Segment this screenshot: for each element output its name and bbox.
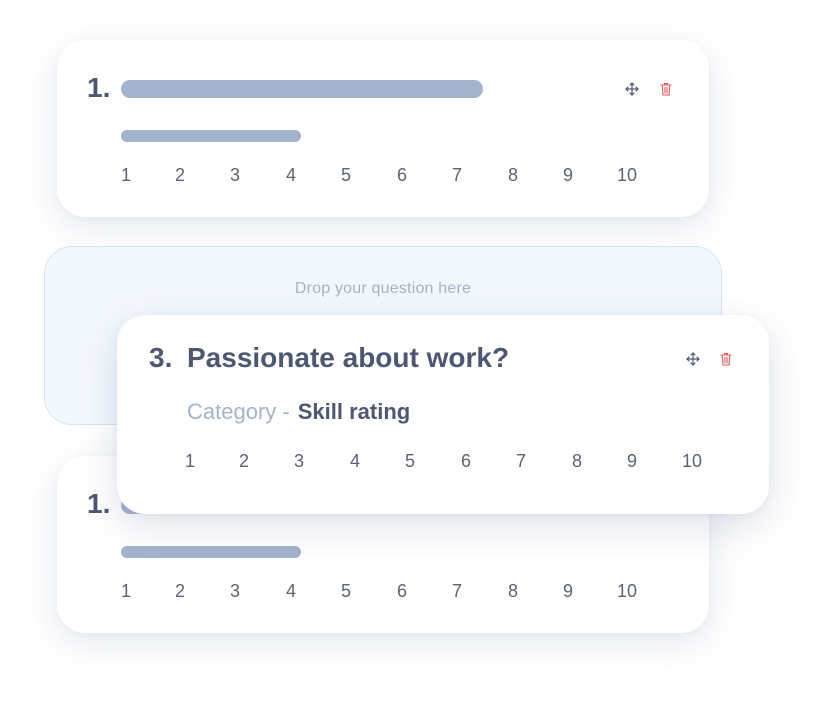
dragged-question-card[interactable]: 3. Passionate about work? Category - Skil… [117,315,769,514]
drop-zone-text: Drop your question here [294,280,472,297]
scale-value[interactable]: 4 [286,165,296,186]
scale-value[interactable]: 6 [461,451,471,472]
scale-value[interactable]: 9 [563,165,573,186]
trash-icon[interactable] [718,351,734,367]
subtitle-placeholder-bar [121,130,301,142]
scale-value[interactable]: 8 [572,451,582,472]
scale-value[interactable]: 10 [617,165,637,186]
scale-value[interactable]: 7 [516,451,526,472]
scale-value[interactable]: 3 [230,165,240,186]
scale-value[interactable]: 1 [185,451,195,472]
question-number: 1. [87,72,111,103]
subtitle-placeholder-bar [121,546,301,558]
title-placeholder-bar [121,80,483,98]
rating-scale: 1 2 3 4 5 6 7 8 9 10 [57,165,709,189]
trash-icon[interactable] [658,81,674,97]
question-number: 3. [149,342,173,373]
scale-value[interactable]: 1 [121,165,131,186]
question-category: Category - Skill rating [187,399,410,425]
scale-value[interactable]: 1 [121,581,131,602]
scale-value[interactable]: 5 [341,581,351,602]
category-label: Category - [187,399,290,424]
question-card[interactable]: 1. 1 2 3 4 5 6 7 8 9 10 [57,40,709,217]
scale-value[interactable]: 2 [175,165,185,186]
scale-value[interactable]: 4 [350,451,360,472]
scale-value[interactable]: 5 [405,451,415,472]
scale-value[interactable]: 6 [397,165,407,186]
question-title: Passionate about work? [187,342,510,373]
question-builder: 1. 1 2 3 4 5 6 7 8 9 10 Drop your questi… [0,0,827,709]
scale-value[interactable]: 8 [508,581,518,602]
scale-value[interactable]: 7 [452,165,462,186]
scale-value[interactable]: 10 [617,581,637,602]
scale-value[interactable]: 2 [239,451,249,472]
move-icon[interactable] [624,81,640,97]
scale-value[interactable]: 3 [294,451,304,472]
move-icon[interactable] [685,351,701,367]
scale-value[interactable]: 2 [175,581,185,602]
scale-value[interactable]: 8 [508,165,518,186]
rating-scale: 1 2 3 4 5 6 7 8 9 10 [117,451,769,475]
scale-value[interactable]: 6 [397,581,407,602]
scale-value[interactable]: 10 [682,451,702,472]
scale-value[interactable]: 3 [230,581,240,602]
scale-value[interactable]: 5 [341,165,351,186]
question-number: 1. [87,488,111,519]
scale-value[interactable]: 4 [286,581,296,602]
category-value: Skill rating [297,399,411,424]
scale-value[interactable]: 7 [452,581,462,602]
rating-scale: 1 2 3 4 5 6 7 8 9 10 [57,581,709,605]
scale-value[interactable]: 9 [563,581,573,602]
scale-value[interactable]: 9 [627,451,637,472]
